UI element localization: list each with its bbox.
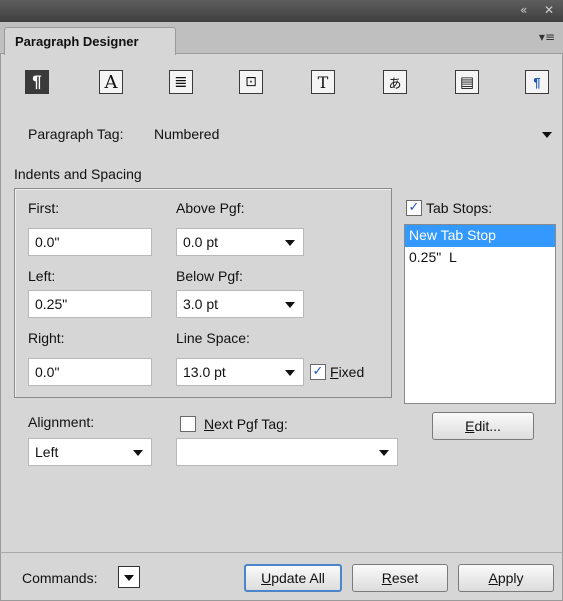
tab-stops-label: Tab Stops:: [426, 200, 493, 216]
advanced-button[interactable]: T: [308, 68, 338, 96]
list-item[interactable]: 0.25" L: [405, 247, 555, 269]
update-all-button[interactable]: Update All: [244, 564, 342, 592]
next-pgf-tag-label: Next Pgf Tag:: [204, 416, 288, 432]
below-pgf-value: 3.0 pt: [183, 296, 219, 312]
basic-properties-button[interactable]: ¶: [22, 68, 52, 96]
panel-menu-icon[interactable]: ▾≡: [539, 30, 555, 44]
direction-button[interactable]: ¶: [522, 68, 552, 96]
close-icon[interactable]: ✕: [544, 3, 554, 17]
edit-tab-stop-button[interactable]: Edit...: [432, 412, 534, 440]
chevron-down-icon: [285, 302, 295, 308]
checkmark-icon: ✓: [408, 200, 420, 215]
apply-button[interactable]: Apply: [458, 564, 554, 592]
alignment-dropdown[interactable]: Left: [28, 438, 152, 466]
fixed-line-space-checkbox[interactable]: ✓: [310, 364, 326, 380]
above-pgf-dropdown[interactable]: 0.0 pt: [176, 228, 304, 256]
line-space-value: 13.0 pt: [183, 364, 226, 380]
chevron-down-icon: [285, 370, 295, 376]
first-indent-value: 0.0": [35, 234, 60, 250]
paragraph-tag-dropdown[interactable]: Numbered: [150, 121, 560, 147]
left-indent-label: Left:: [28, 268, 56, 284]
commands-dropdown[interactable]: [118, 566, 140, 588]
above-pgf-label: Above Pgf:: [176, 200, 245, 216]
table-cell-icon: ▤: [455, 70, 479, 94]
right-indent-input[interactable]: 0.0": [28, 358, 152, 386]
tab-paragraph-designer[interactable]: Paragraph Designer: [4, 27, 176, 55]
commands-label: Commands:: [22, 570, 98, 586]
numbering-button[interactable]: ⊡: [236, 68, 266, 96]
numbering-icon: ⊡: [239, 70, 263, 94]
left-indent-input[interactable]: 0.25": [28, 290, 152, 318]
tab-label: Paragraph Designer: [15, 34, 139, 49]
asian-button[interactable]: あ: [380, 68, 410, 96]
line-space-label: Line Space:: [176, 330, 250, 346]
basic-properties-icon: ¶: [25, 70, 49, 94]
bottom-divider: [0, 552, 563, 553]
pagination-button[interactable]: ≣: [166, 68, 196, 96]
table-cell-button[interactable]: ▤: [452, 68, 482, 96]
above-pgf-value: 0.0 pt: [183, 234, 219, 250]
default-font-button[interactable]: A: [96, 68, 126, 96]
next-pgf-tag-dropdown[interactable]: [176, 438, 398, 466]
chevron-down-icon: [379, 450, 389, 456]
chevron-down-icon: [124, 575, 134, 581]
advanced-icon: T: [311, 70, 335, 94]
paragraph-tag-label: Paragraph Tag:: [28, 126, 124, 142]
chevron-down-icon: [285, 240, 295, 246]
default-font-icon: A: [99, 70, 123, 94]
indents-section-title: Indents and Spacing: [14, 166, 142, 182]
below-pgf-label: Below Pgf:: [176, 268, 243, 284]
reset-button[interactable]: Reset: [352, 564, 448, 592]
checkmark-icon: ✓: [312, 364, 324, 379]
pagination-icon: ≣: [169, 70, 193, 94]
alignment-label: Alignment:: [28, 414, 95, 430]
left-indent-value: 0.25": [35, 296, 68, 312]
direction-icon: ¶: [525, 70, 549, 94]
next-pgf-tag-checkbox[interactable]: [180, 416, 196, 432]
right-indent-label: Right:: [28, 330, 65, 346]
line-space-dropdown[interactable]: 13.0 pt: [176, 358, 304, 386]
chevron-down-icon: [133, 450, 143, 456]
panel-tab-strip: Paragraph Designer ▾≡: [0, 22, 563, 55]
paragraph-tag-value: Numbered: [154, 126, 220, 142]
chevron-down-icon: [542, 132, 552, 138]
right-indent-value: 0.0": [35, 364, 60, 380]
double-chevron-left-icon[interactable]: «: [520, 3, 527, 17]
first-indent-input[interactable]: 0.0": [28, 228, 152, 256]
alignment-value: Left: [35, 444, 59, 460]
tab-stops-checkbox[interactable]: ✓: [406, 200, 422, 216]
list-item[interactable]: New Tab Stop: [405, 225, 555, 247]
below-pgf-dropdown[interactable]: 3.0 pt: [176, 290, 304, 318]
first-indent-label: First:: [28, 200, 60, 216]
fixed-label: Fixed: [330, 364, 365, 380]
asian-icon: あ: [383, 70, 407, 94]
property-group-toolbar: ¶ A ≣ ⊡ T あ ▤ ¶: [0, 62, 563, 110]
panel-title-bar: « ✕: [0, 0, 563, 22]
tab-stops-list[interactable]: New Tab Stop 0.25" L: [404, 224, 556, 404]
